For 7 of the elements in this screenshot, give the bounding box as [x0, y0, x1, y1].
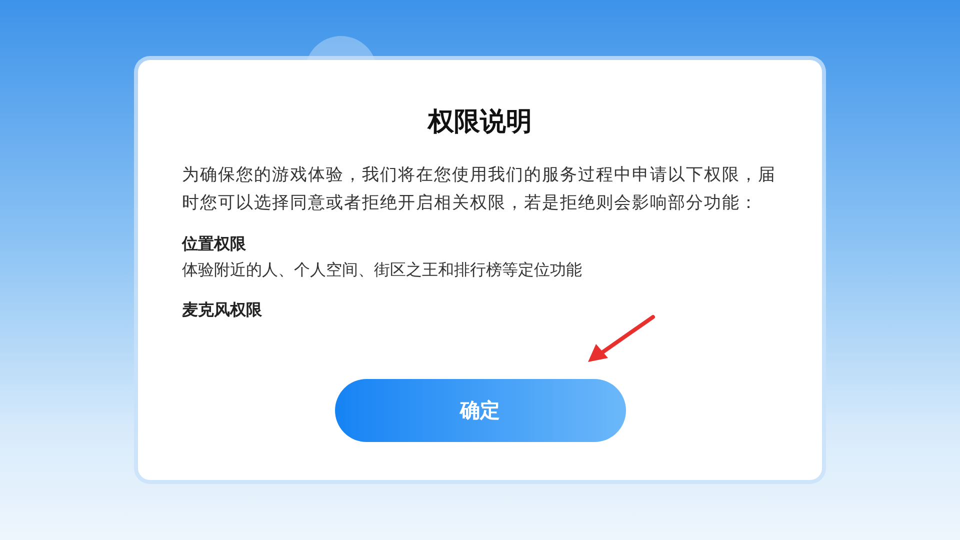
- dialog-title: 权限说明: [426, 106, 533, 139]
- permission-description: 体验附近的人、个人空间、街区之王和排行榜等定位功能: [182, 259, 583, 281]
- confirm-button[interactable]: 确定: [334, 379, 626, 442]
- permission-name: 麦克风权限: [182, 299, 263, 321]
- pointer-arrow: [586, 314, 656, 364]
- permission-name: 位置权限: [182, 233, 247, 255]
- intro-text: 为确保您的游戏体验，我们将在您使用我们的服务过程中申请以下权限，届时您可以选择同意或者拒绝开启相关权限，若是拒绝则会影响部分功能：: [182, 164, 777, 215]
